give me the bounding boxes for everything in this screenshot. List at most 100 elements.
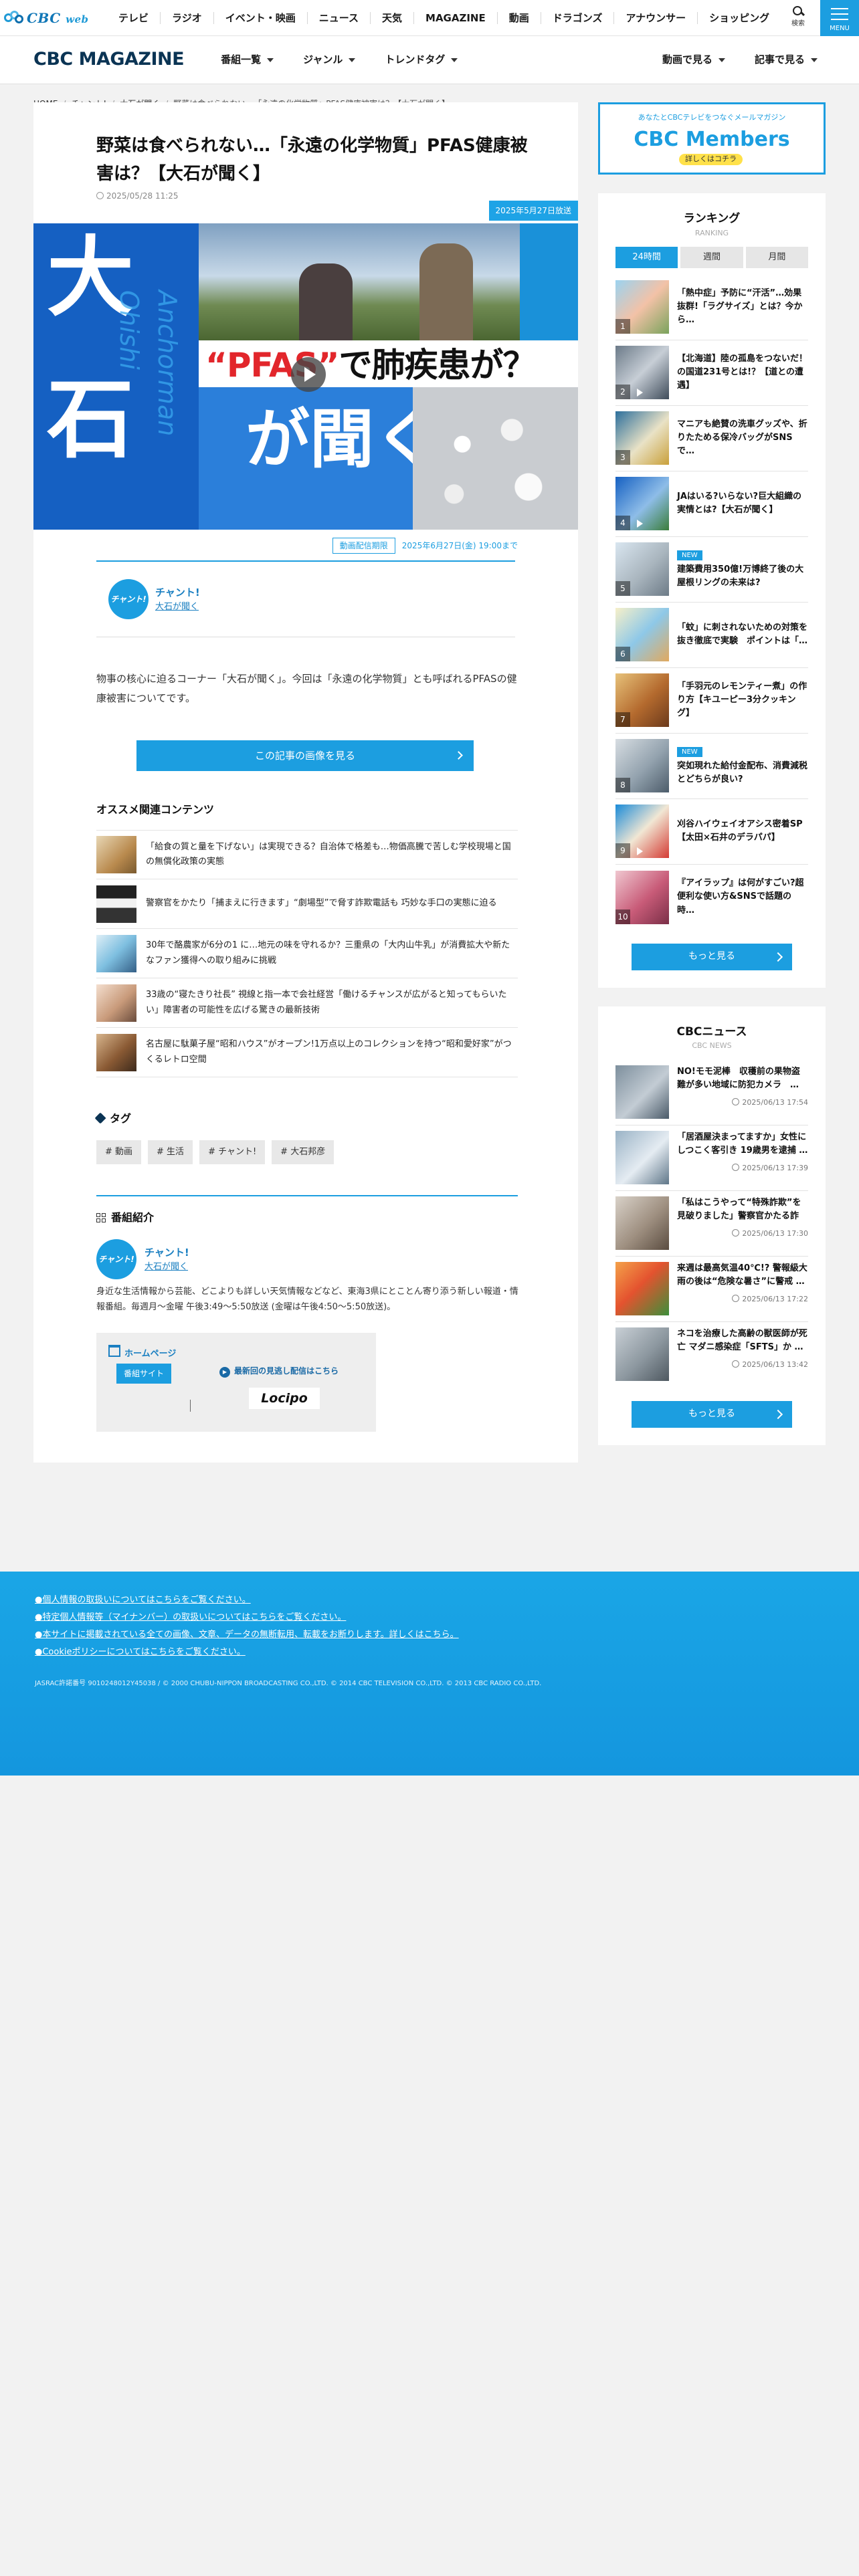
program-logo[interactable]: チャント! bbox=[96, 1239, 136, 1279]
ranking-thumbnail: 3 bbox=[615, 411, 669, 465]
ranking-item[interactable]: 10 『アイラップ』は何がすごい?超便利な使い方&SNSで話題の時… bbox=[615, 865, 808, 930]
new-badge: NEW bbox=[677, 550, 702, 561]
news-card: CBCニュース CBC NEWS NO!モモ泥棒 収穫前の果物盗難が多い地域に防… bbox=[598, 1006, 826, 1445]
ranking-item[interactable]: 7 「手羽元のレモンティー煮」の作り方【キユーピー3分クッキング】 bbox=[615, 668, 808, 734]
news-date: 2025/06/13 13:42 bbox=[677, 1360, 808, 1371]
program-site-button[interactable]: 番組サイト bbox=[116, 1364, 172, 1384]
article-lead: 物事の核心に迫るコーナー「大石が聞く」。今回は「永遠の化学物質」とも呼ばれるPF… bbox=[96, 673, 517, 704]
tab-24h[interactable]: 24時間 bbox=[615, 247, 678, 268]
news-date: 2025/06/13 17:54 bbox=[677, 1097, 808, 1109]
related-item[interactable]: 警察官をかたり「捕まえに行きます」“劇場型”で脅す詐欺電話も 巧妙な手口の実態に… bbox=[96, 879, 518, 929]
news-date: 2025/06/13 17:39 bbox=[677, 1163, 808, 1174]
article-title: 野菜は食べられない…「永遠の化学物質」PFAS健康被害は？【大石が聞く】 bbox=[96, 136, 528, 184]
ranking-item[interactable]: 8 NEW 突如現れた給付金配布、消費減税とどちらが良い? bbox=[615, 734, 808, 799]
program-intro-heading: 番組紹介 bbox=[96, 1210, 154, 1226]
news-item[interactable]: NO!モモ泥棒 収穫前の果物盗難が多い地域に防犯カメラ … 2025/06/13 … bbox=[615, 1060, 808, 1125]
program-name[interactable]: チャント! bbox=[155, 585, 200, 601]
related-item[interactable]: 「給食の質と量を下げない」は実現できる？自治体で格差も…物価高騰で苦しむ学校現場… bbox=[96, 830, 518, 879]
tab-monthly[interactable]: 月間 bbox=[745, 247, 808, 268]
divider bbox=[96, 1195, 518, 1196]
ranking-thumbnail: 6 bbox=[615, 608, 669, 661]
ranking-item[interactable]: 6 「蚊」に刺されないための対策を抜き徹底で実験 ポイントは「… bbox=[615, 603, 808, 668]
ranking-thumbnail: 10 bbox=[615, 870, 669, 924]
program-sub-link[interactable]: 大石が聞く bbox=[155, 601, 200, 614]
hero-kanji-ishi: 石 bbox=[47, 368, 134, 470]
related-thumbnail bbox=[96, 934, 136, 972]
news-item[interactable]: ネコを治療した高齢の獣医師が死亡 マダニ感染症「SFTS」か … 2025/06/… bbox=[615, 1322, 808, 1388]
ranking-item[interactable]: 3 マニアも絶賛の洗車グッズや、折りたためる保冷バッグがSNSで… bbox=[615, 406, 808, 471]
related-item[interactable]: 33歳の“寝たきり社長” 視線と指一本で会社経営「働けるチャンスが広がると知って… bbox=[96, 978, 518, 1028]
view-images-button[interactable]: この記事の画像を見る bbox=[136, 740, 474, 771]
tag-oishi[interactable]: # 大石邦彦 bbox=[272, 1140, 335, 1164]
play-icon bbox=[636, 847, 644, 855]
new-badge: NEW bbox=[677, 746, 702, 758]
program-description: 身近な生活情報から芸能、どこよりも詳しい天気情報などなど、東海3県にとことん寄り… bbox=[96, 1287, 518, 1313]
news-title: CBCニュース bbox=[676, 1025, 747, 1039]
program-sub-link[interactable]: 大石が聞く bbox=[145, 1261, 189, 1274]
tag-life[interactable]: # 生活 bbox=[148, 1140, 193, 1164]
footer-links: ●個人情報の取扱いについてはこちらをご覧ください。 ●特定個人情報等（マイナンバ… bbox=[35, 1592, 459, 1661]
related-item[interactable]: 名古屋に駄菓子屋“昭和ハウス”がオープン!1万点以上のコレクションを持つ“昭和愛… bbox=[96, 1028, 518, 1077]
hero-photo-powder bbox=[413, 387, 578, 530]
news-item[interactable]: 「居酒屋決まってますか」女性にしつこく客引き 19歳男を逮捕 … 2025/06/… bbox=[615, 1125, 808, 1191]
news-item[interactable]: 来週は最高気温40℃!? 警報級大雨の後は“危険な暑さ”に警戒 … 2025/06… bbox=[615, 1257, 808, 1322]
news-thumbnail bbox=[615, 1130, 669, 1184]
ranking-item[interactable]: 9 刈谷ハイウェイオアシス密着SP【太田×石井のデラパパ】 bbox=[615, 799, 808, 865]
grid-icon bbox=[96, 1213, 106, 1222]
hero-kanji-gakiku: が聞く bbox=[246, 401, 438, 477]
video-limit-date: 2025年6月27日(金) 19:00まで bbox=[401, 541, 518, 550]
article-date: 2025/05/28 11:25 bbox=[96, 190, 179, 202]
video-limit-tag: 動画配信期限 bbox=[332, 538, 395, 554]
related-item[interactable]: 30年で酪農家が6分の1 に…地元の味を守れるか？三重県の「大内山牛乳」が消費拡… bbox=[96, 929, 518, 978]
ranking-thumbnail: 5 bbox=[615, 542, 669, 596]
news-thumbnail bbox=[615, 1196, 669, 1250]
homepage-label: ホームページ bbox=[108, 1345, 176, 1361]
ranking-more-button[interactable]: もっと見る bbox=[632, 943, 792, 970]
cbc-members-banner[interactable]: あなたとCBCテレビをつなぐメールマガジン CBC Members 詳しくはコチ… bbox=[598, 102, 826, 175]
ranking-item[interactable]: 2 【北海道】陸の孤島をつないだ！の国道231号とは!？【道との遭遇】 bbox=[615, 340, 808, 406]
footer-link-mynumber[interactable]: ●特定個人情報等（マイナンバー）の取扱いについてはこちらをご覧ください。 bbox=[35, 1612, 346, 1622]
locipo-logo[interactable]: Locipo bbox=[249, 1388, 320, 1409]
play-icon[interactable] bbox=[291, 357, 326, 392]
site-footer: ●個人情報の取扱いについてはこちらをご覧ください。 ●特定個人情報等（マイナンバ… bbox=[0, 1572, 859, 1776]
news-item[interactable]: 「私はこうやって“特殊詐欺”を見破りました」警察官かたる詐欺…2025/06/1… bbox=[615, 1191, 808, 1257]
related-thumbnail bbox=[96, 1033, 136, 1071]
ranking-thumbnail: 4 bbox=[615, 477, 669, 530]
play-icon bbox=[636, 389, 644, 397]
program-name[interactable]: チャント! bbox=[145, 1245, 189, 1261]
related-thumbnail bbox=[96, 885, 136, 923]
news-more-button[interactable]: もっと見る bbox=[632, 1400, 792, 1428]
ranking-item[interactable]: 4 JAはいる?いらない?巨大組織の実情とは?【大石が聞く】 bbox=[615, 471, 808, 537]
related-thumbnail bbox=[96, 984, 136, 1022]
clock-icon bbox=[96, 192, 104, 199]
ranking-item[interactable]: 5 NEW 建築費用350億!万博終了後の大屋根リングの未来は? bbox=[615, 537, 808, 603]
missed-stream-link[interactable]: 最新回の見逃し配信はこちら bbox=[219, 1365, 339, 1378]
news-thumbnail bbox=[615, 1065, 669, 1119]
ranking-subtitle: RANKING bbox=[694, 228, 729, 237]
chevron-right-icon bbox=[454, 751, 463, 760]
tag-chant[interactable]: # チャント! bbox=[199, 1140, 266, 1164]
ranking-thumbnail: 2 bbox=[615, 346, 669, 399]
tag-video[interactable]: # 動画 bbox=[96, 1140, 142, 1164]
footer-link-cookie[interactable]: ●Cookieポリシーについてはこちらをご覧ください。 bbox=[35, 1647, 246, 1657]
ranking-item[interactable]: 1 「熱中症」予防に“汗活”…効果抜群!「ラグサイズ」とは？今から… bbox=[615, 275, 808, 340]
broadcast-date-badge: 2025年5月27日放送 bbox=[488, 201, 578, 221]
ranking-thumbnail: 8 bbox=[615, 739, 669, 792]
hero-video-thumbnail[interactable]: 大 石 “PFAS”で肺疾患が？ が聞く Anchorman Ohishi bbox=[33, 223, 578, 530]
video-limit: 動画配信期限 2025年6月27日(金) 19:00まで bbox=[332, 538, 518, 554]
ranking-thumbnail: 9 bbox=[615, 804, 669, 858]
program-logo[interactable]: チャント! bbox=[108, 579, 149, 619]
program-intro-block: チャント! チャント! 大石が聞く bbox=[96, 1239, 189, 1279]
ranking-thumbnail: 1 bbox=[615, 280, 669, 334]
members-tagline: あなたとCBCテレビをつなぐメールマガジン bbox=[638, 113, 786, 122]
members-title: CBC Members bbox=[634, 128, 790, 151]
tab-weekly[interactable]: 週間 bbox=[680, 247, 743, 268]
related-thumbnail bbox=[96, 836, 136, 873]
footer-link-copyright[interactable]: ●本サイトに掲載されている全ての画像、文章、データの無断転用、転載をお断りします… bbox=[35, 1630, 459, 1640]
news-date: 2025/06/13 17:30 bbox=[677, 1228, 808, 1240]
footer-link-privacy[interactable]: ●個人情報の取扱いについてはこちらをご覧ください。 bbox=[35, 1595, 251, 1605]
article-card: 野菜は食べられない…「永遠の化学物質」PFAS健康被害は？【大石が聞く】 202… bbox=[33, 102, 578, 1463]
sidebar: あなたとCBCテレビをつなぐメールマガジン CBC Members 詳しくはコチ… bbox=[598, 102, 826, 1445]
tag-list: # 動画 # 生活 # チャント! # 大石邦彦 bbox=[96, 1140, 335, 1164]
related-heading: オススメ関連コンテンツ bbox=[96, 803, 215, 816]
